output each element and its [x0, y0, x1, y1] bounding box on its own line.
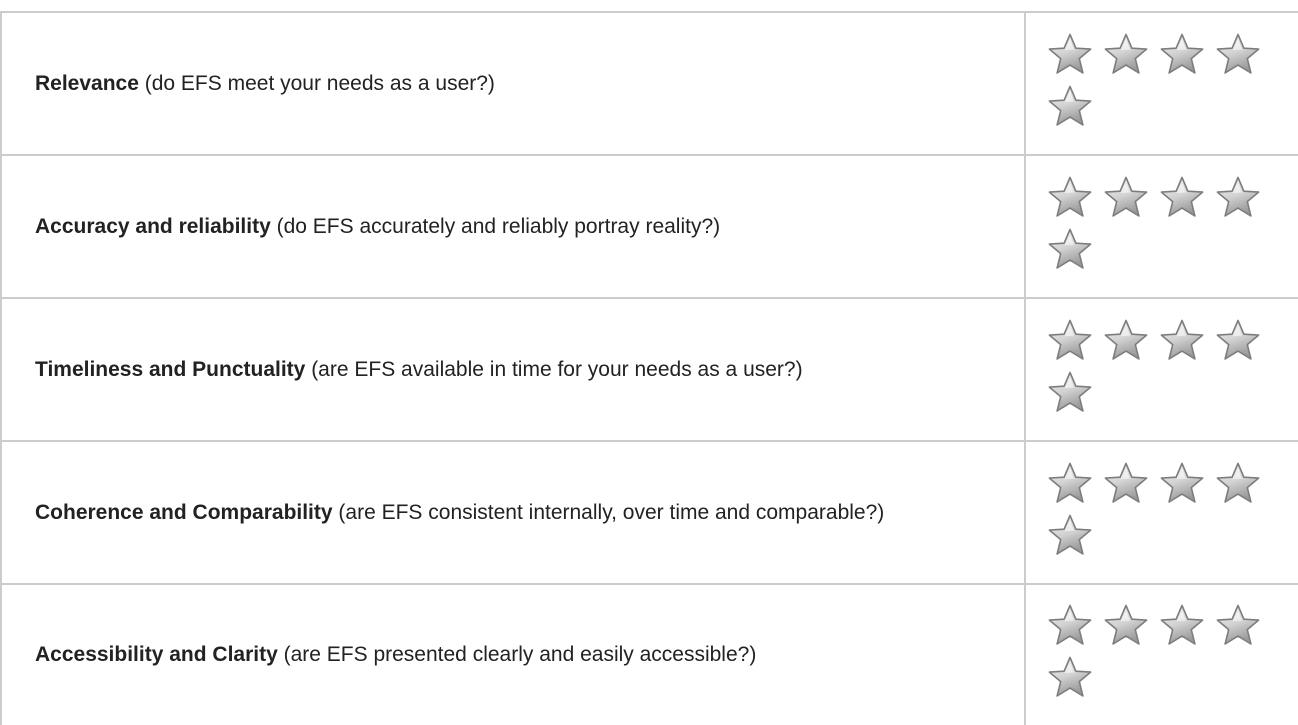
criterion-name: Accuracy and reliability [35, 214, 271, 238]
star-icon[interactable] [1046, 174, 1094, 222]
criterion-cell: Relevance (do EFS meet your needs as a u… [0, 11, 1025, 155]
star-icon[interactable] [1214, 174, 1262, 222]
table-row: Relevance (do EFS meet your needs as a u… [0, 11, 1298, 155]
star-icon[interactable] [1046, 226, 1094, 274]
quality-rating-table: Relevance (do EFS meet your needs as a u… [0, 11, 1298, 725]
rating-cell [1024, 583, 1298, 725]
criterion-name: Coherence and Comparability [35, 500, 333, 524]
star-rating[interactable] [1026, 460, 1266, 560]
star-icon[interactable] [1158, 317, 1206, 365]
star-icon[interactable] [1046, 31, 1094, 79]
star-icon[interactable] [1046, 317, 1094, 365]
star-icon[interactable] [1102, 174, 1150, 222]
criterion-text: Coherence and Comparability (are EFS con… [2, 494, 1024, 532]
star-icon[interactable] [1046, 602, 1094, 650]
table-row: Timeliness and Punctuality (are EFS avai… [0, 297, 1298, 441]
star-icon[interactable] [1046, 369, 1094, 417]
criterion-cell: Coherence and Comparability (are EFS con… [0, 440, 1025, 584]
criterion-name: Timeliness and Punctuality [35, 357, 306, 381]
star-icon[interactable] [1046, 83, 1094, 131]
star-icon[interactable] [1214, 602, 1262, 650]
criterion-description: (do EFS accurately and reliably portray … [270, 214, 721, 238]
star-icon[interactable] [1214, 31, 1262, 79]
table-row: Coherence and Comparability (are EFS con… [0, 440, 1298, 584]
star-rating[interactable] [1026, 31, 1266, 131]
star-icon[interactable] [1214, 317, 1262, 365]
star-icon[interactable] [1046, 460, 1094, 508]
criterion-cell: Accessibility and Clarity (are EFS prese… [0, 583, 1025, 725]
star-icon[interactable] [1158, 460, 1206, 508]
star-icon[interactable] [1046, 654, 1094, 702]
table-row: Accessibility and Clarity (are EFS prese… [0, 583, 1298, 725]
rating-cell [1024, 297, 1298, 441]
star-icon[interactable] [1102, 31, 1150, 79]
criterion-text: Timeliness and Punctuality (are EFS avai… [2, 351, 1024, 389]
star-icon[interactable] [1214, 460, 1262, 508]
criterion-cell: Timeliness and Punctuality (are EFS avai… [0, 297, 1025, 441]
criterion-description: (are EFS consistent internally, over tim… [332, 500, 885, 524]
rating-cell [1024, 154, 1298, 298]
criterion-text: Accessibility and Clarity (are EFS prese… [2, 636, 1024, 674]
star-rating[interactable] [1026, 174, 1266, 274]
star-icon[interactable] [1102, 317, 1150, 365]
criterion-name: Relevance [35, 71, 139, 95]
criterion-name: Accessibility and Clarity [35, 643, 278, 666]
criterion-text: Relevance (do EFS meet your needs as a u… [2, 65, 1024, 103]
rating-cell [1024, 440, 1298, 584]
star-icon[interactable] [1158, 31, 1206, 79]
star-icon[interactable] [1046, 512, 1094, 560]
table-row: Accuracy and reliability (do EFS accurat… [0, 154, 1298, 298]
star-icon[interactable] [1158, 174, 1206, 222]
criterion-description: (are EFS available in time for your need… [305, 357, 803, 381]
star-icon[interactable] [1102, 460, 1150, 508]
star-rating[interactable] [1026, 602, 1266, 702]
criterion-cell: Accuracy and reliability (do EFS accurat… [0, 154, 1025, 298]
rating-cell [1024, 11, 1298, 155]
star-icon[interactable] [1102, 602, 1150, 650]
criterion-description: (do EFS meet your needs as a user?) [138, 71, 495, 95]
criterion-text: Accuracy and reliability (do EFS accurat… [2, 208, 1024, 246]
star-icon[interactable] [1158, 602, 1206, 650]
criterion-description: (are EFS presented clearly and easily ac… [277, 643, 757, 666]
star-rating[interactable] [1026, 317, 1266, 417]
